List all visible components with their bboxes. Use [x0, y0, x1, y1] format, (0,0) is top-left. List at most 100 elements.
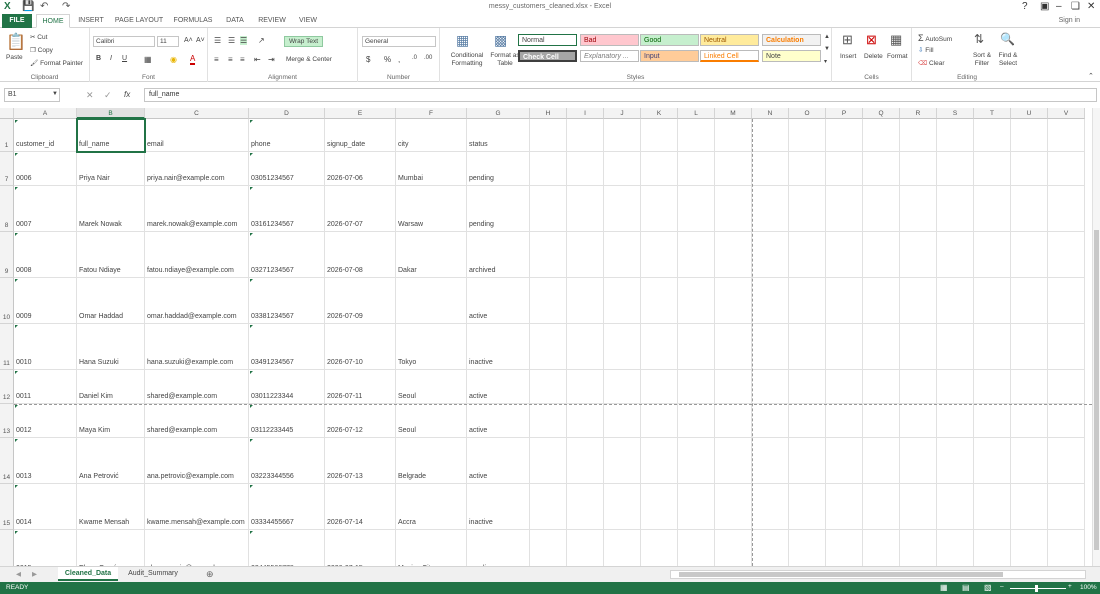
- table-cell[interactable]: [715, 530, 752, 566]
- table-cell[interactable]: Elena García: [77, 530, 145, 566]
- header-cell[interactable]: [937, 119, 974, 152]
- format-painter-button[interactable]: 🖌 Format Painter: [30, 59, 83, 67]
- table-cell[interactable]: [604, 278, 641, 324]
- table-cell[interactable]: [937, 324, 974, 370]
- error-indicator-icon[interactable]: [250, 325, 253, 328]
- table-cell[interactable]: [715, 186, 752, 232]
- table-cell[interactable]: [604, 404, 641, 438]
- column-header-j[interactable]: J: [604, 108, 641, 119]
- table-cell[interactable]: Warsaw: [396, 186, 467, 232]
- table-cell[interactable]: [567, 232, 604, 278]
- table-cell[interactable]: [1048, 370, 1085, 404]
- header-cell[interactable]: status: [467, 119, 530, 152]
- table-cell[interactable]: [641, 370, 678, 404]
- table-cell[interactable]: [530, 232, 567, 278]
- column-header-n[interactable]: N: [752, 108, 789, 119]
- table-cell[interactable]: [863, 324, 900, 370]
- header-cell[interactable]: [826, 119, 863, 152]
- fill-color-icon[interactable]: ◉: [170, 55, 177, 64]
- row-header[interactable]: 8: [0, 186, 14, 232]
- format-cells-button[interactable]: Format: [887, 53, 908, 60]
- column-header-v[interactable]: V: [1048, 108, 1085, 119]
- table-cell[interactable]: [1011, 152, 1048, 186]
- table-cell[interactable]: 2026-07-10: [325, 324, 396, 370]
- table-cell[interactable]: [900, 232, 937, 278]
- conditional-formatting-icon[interactable]: ▦: [456, 32, 469, 49]
- table-cell[interactable]: [604, 324, 641, 370]
- minimize-icon[interactable]: –: [1056, 1, 1062, 12]
- column-header-e[interactable]: E: [325, 108, 396, 119]
- table-cell[interactable]: [567, 152, 604, 186]
- increase-decimal-icon[interactable]: .0: [412, 55, 417, 61]
- borders-icon[interactable]: ▦: [144, 55, 152, 64]
- error-indicator-icon[interactable]: [250, 153, 253, 156]
- table-cell[interactable]: 2026-07-13: [325, 438, 396, 484]
- table-cell[interactable]: [1048, 484, 1085, 530]
- table-cell[interactable]: ana.petrovic@example.com: [145, 438, 249, 484]
- column-header-u[interactable]: U: [1011, 108, 1048, 119]
- error-indicator-icon[interactable]: [15, 531, 18, 534]
- table-cell[interactable]: [752, 484, 789, 530]
- table-cell[interactable]: [567, 186, 604, 232]
- table-cell[interactable]: 0010: [14, 324, 77, 370]
- table-cell[interactable]: [1048, 152, 1085, 186]
- column-header-p[interactable]: P: [826, 108, 863, 119]
- table-cell[interactable]: [863, 404, 900, 438]
- column-header-l[interactable]: L: [678, 108, 715, 119]
- increase-indent-icon[interactable]: ⇥: [268, 55, 275, 64]
- font-size-select[interactable]: 11: [157, 36, 179, 47]
- table-cell[interactable]: [974, 186, 1011, 232]
- table-cell[interactable]: omar.haddad@example.com: [145, 278, 249, 324]
- table-cell[interactable]: [863, 530, 900, 566]
- table-cell[interactable]: [900, 186, 937, 232]
- table-cell[interactable]: [1048, 438, 1085, 484]
- row-header[interactable]: 1: [0, 119, 14, 152]
- error-indicator-icon[interactable]: [250, 485, 253, 488]
- table-cell[interactable]: [789, 152, 826, 186]
- table-cell[interactable]: [752, 438, 789, 484]
- error-indicator-icon[interactable]: [15, 153, 18, 156]
- table-cell[interactable]: 0012: [14, 404, 77, 438]
- sign-in-link[interactable]: Sign in: [1059, 17, 1080, 24]
- prev-sheet-icon[interactable]: ◀: [16, 570, 21, 578]
- table-cell[interactable]: 03051234567: [249, 152, 325, 186]
- table-cell[interactable]: [641, 324, 678, 370]
- table-cell[interactable]: [1011, 438, 1048, 484]
- row-header[interactable]: 11: [0, 324, 14, 370]
- table-cell[interactable]: [715, 484, 752, 530]
- select-all-corner[interactable]: [0, 108, 14, 119]
- table-cell[interactable]: [678, 530, 715, 566]
- table-cell[interactable]: 03334455667: [249, 484, 325, 530]
- table-cell[interactable]: [974, 152, 1011, 186]
- table-cell[interactable]: Belgrade: [396, 438, 467, 484]
- error-indicator-icon[interactable]: [15, 439, 18, 442]
- table-cell[interactable]: [715, 438, 752, 484]
- header-cell[interactable]: [567, 119, 604, 152]
- table-cell[interactable]: [715, 152, 752, 186]
- decrease-decimal-icon[interactable]: .00: [424, 55, 432, 61]
- align-left-icon[interactable]: ≡: [214, 55, 219, 64]
- tab-review[interactable]: REVIEW: [254, 14, 290, 28]
- table-cell[interactable]: [530, 324, 567, 370]
- error-indicator-icon[interactable]: [250, 187, 253, 190]
- table-cell[interactable]: 0015: [14, 530, 77, 566]
- table-cell[interactable]: [863, 484, 900, 530]
- header-cell[interactable]: [604, 119, 641, 152]
- delete-cells-icon[interactable]: ⊠: [866, 32, 877, 48]
- table-cell[interactable]: [752, 186, 789, 232]
- error-indicator-icon[interactable]: [250, 371, 253, 374]
- table-cell[interactable]: [530, 278, 567, 324]
- table-cell[interactable]: Mumbai: [396, 152, 467, 186]
- table-cell[interactable]: [604, 438, 641, 484]
- table-cell[interactable]: 03161234567: [249, 186, 325, 232]
- table-cell[interactable]: [937, 232, 974, 278]
- table-cell[interactable]: [678, 152, 715, 186]
- table-cell[interactable]: [863, 438, 900, 484]
- enter-icon[interactable]: ✓: [104, 90, 112, 101]
- table-cell[interactable]: 2026-07-12: [325, 404, 396, 438]
- cell-style-good[interactable]: Good: [640, 34, 699, 46]
- table-cell[interactable]: [530, 404, 567, 438]
- table-cell[interactable]: [826, 324, 863, 370]
- sort-filter-button[interactable]: Sort & Filter: [969, 52, 995, 68]
- next-sheet-icon[interactable]: ▶: [32, 570, 37, 578]
